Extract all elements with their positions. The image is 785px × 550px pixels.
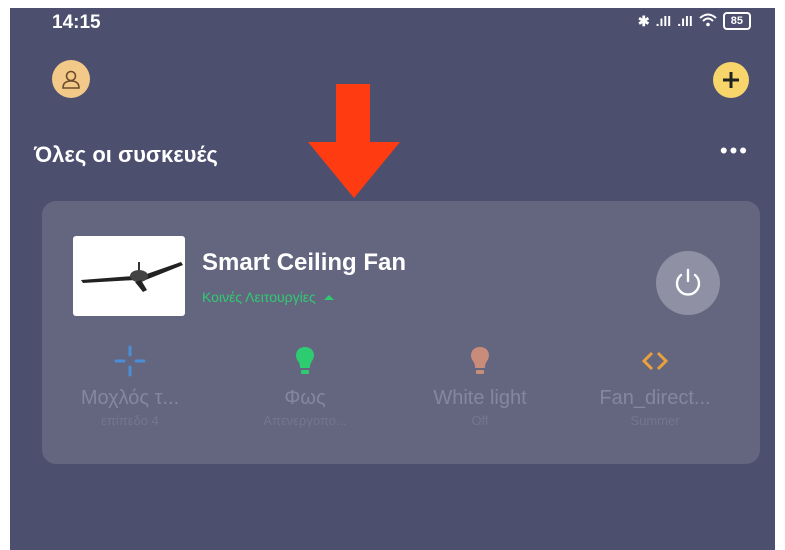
red-arrow-annotation-icon [308,84,400,198]
function-light[interactable]: Φως Απενεργοπο... [220,341,390,428]
function-fan-lever[interactable]: Μοχλός τ... επίπεδο 4 [45,341,215,428]
status-time: 14:15 [52,12,101,33]
power-icon [675,268,701,296]
more-options-button[interactable]: ••• [720,138,749,164]
common-functions-label: Κοινές Λειτουργίες [202,289,316,305]
device-card[interactable]: Smart Ceiling Fan Κοινές Λειτουργίες Μοχ… [42,201,760,464]
status-icons: ✱ .ıll .ıll 85 [638,12,751,30]
function-label: Φως [284,387,326,409]
function-value: Off [471,413,489,428]
battery-icon: 85 [722,12,751,30]
page-title: Όλες οι συσκευές [34,142,218,167]
app-screen: 14:15 ✱ .ıll .ıll 85 Όλες οι συσκευές ••… [10,8,775,550]
user-icon [62,70,80,89]
function-value: επίπεδο 4 [101,413,159,428]
common-functions-toggle[interactable]: Κοινές Λειτουργίες [202,289,334,305]
fan-direction-icon [570,341,740,381]
function-label: White light [433,387,527,409]
function-label: Fan_direct... [599,387,711,409]
signal-icon: .ıll [655,13,672,29]
signal-icon: .ıll [677,13,693,29]
wifi-icon [699,13,717,30]
device-thumbnail [73,236,185,316]
status-bar: 14:15 ✱ .ıll .ıll 85 [10,8,775,42]
function-white-light[interactable]: White light Off [395,341,565,428]
function-label: Μοχλός τ... [80,387,180,409]
function-list: Μοχλός τ... επίπεδο 4 Φως Απενεργοπο... [42,341,760,451]
function-fan-direction[interactable]: Fan_direct... Summer [570,341,740,428]
power-button[interactable] [656,251,720,315]
plus-icon [723,72,739,88]
function-value: Απενεργοπο... [263,413,347,428]
fan-lever-icon [45,341,215,381]
add-device-button[interactable] [713,62,749,98]
device-name: Smart Ceiling Fan [202,249,407,276]
bluetooth-icon: ✱ [637,12,650,29]
user-avatar-button[interactable] [52,60,90,98]
white-light-icon [395,341,565,381]
caret-up-icon [323,294,334,300]
ceiling-fan-icon [81,262,183,292]
function-value: Summer [630,413,680,428]
light-bulb-icon [220,341,390,381]
